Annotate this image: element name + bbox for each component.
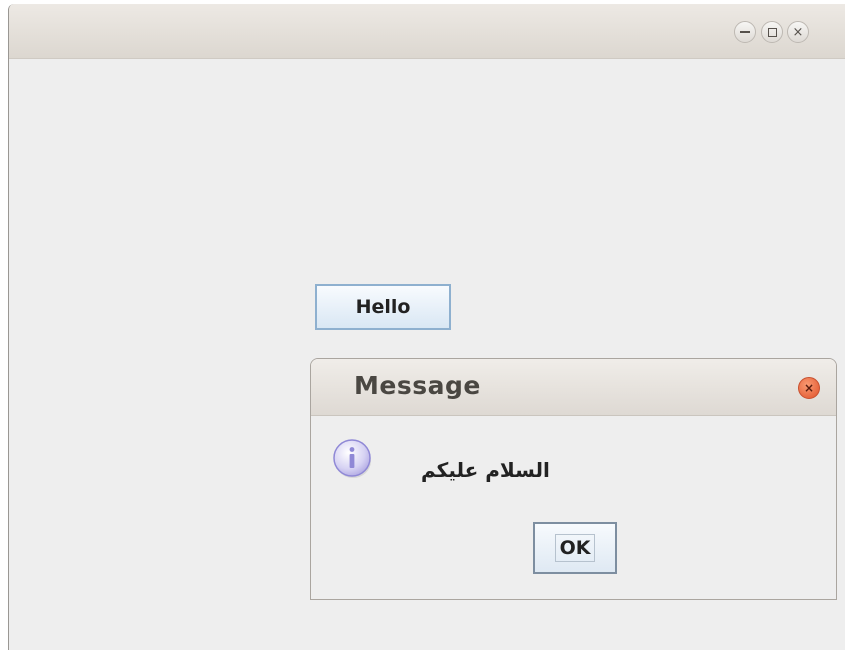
message-dialog: Message × السلام عليكم OK — [310, 358, 837, 600]
maximize-icon — [767, 27, 777, 37]
dialog-title: Message — [354, 371, 481, 400]
minimize-icon — [740, 31, 750, 33]
ok-button[interactable]: OK — [533, 522, 617, 574]
dialog-titlebar[interactable]: Message × — [311, 359, 836, 416]
dialog-close-button[interactable]: × — [798, 377, 820, 399]
app-window: × Hello Message × السلام عليكم OK — [8, 4, 845, 650]
dialog-close-icon: × — [803, 381, 815, 395]
ok-button-label: OK — [554, 534, 596, 562]
hello-button-label: Hello — [355, 296, 411, 318]
close-button[interactable]: × — [787, 21, 809, 43]
close-icon: × — [792, 24, 804, 40]
maximize-button[interactable] — [761, 21, 783, 43]
info-icon — [333, 439, 371, 478]
window-titlebar[interactable]: × — [9, 4, 845, 59]
minimize-button[interactable] — [734, 21, 756, 43]
hello-button[interactable]: Hello — [315, 284, 451, 330]
dialog-message: السلام عليكم — [421, 458, 550, 482]
